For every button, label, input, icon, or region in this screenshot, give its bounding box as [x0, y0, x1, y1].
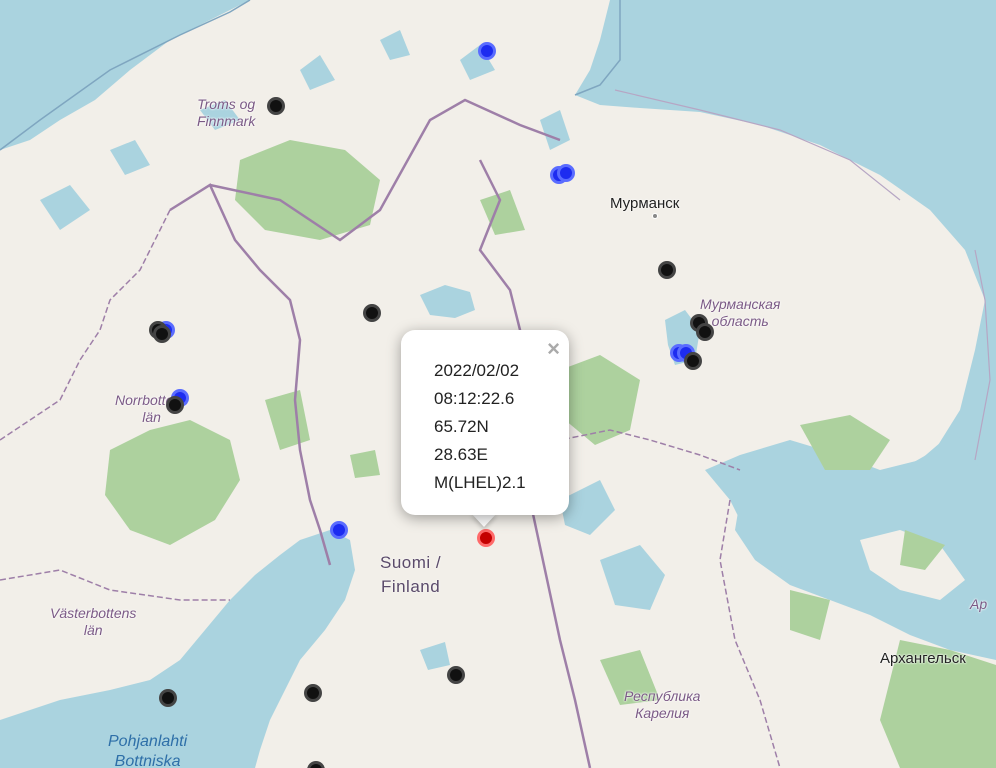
popup-time: 08:12:22.6 [434, 389, 515, 408]
event-marker[interactable] [153, 325, 171, 343]
popup-latitude: 65.72N [434, 417, 489, 436]
event-marker[interactable] [267, 97, 285, 115]
popup-magnitude: M(LHEL)2.1 [434, 473, 526, 492]
event-marker-selected[interactable] [477, 529, 495, 547]
event-marker[interactable] [304, 684, 322, 702]
event-marker[interactable] [557, 164, 575, 182]
event-popup: × 2022/02/02 08:12:22.6 65.72N 28.63E M(… [401, 330, 569, 515]
event-marker[interactable] [684, 352, 702, 370]
popup-tip [471, 513, 497, 527]
popup-date: 2022/02/02 [434, 361, 520, 380]
event-marker[interactable] [447, 666, 465, 684]
popup-longitude: 28.63E [434, 445, 488, 464]
event-marker[interactable] [478, 42, 496, 60]
city-dot-murmansk [652, 213, 658, 219]
event-marker[interactable] [696, 323, 714, 341]
event-marker[interactable] [159, 689, 177, 707]
map-view[interactable]: Troms og Finnmark Norrbottens län Väster… [0, 0, 996, 768]
event-marker[interactable] [330, 521, 348, 539]
event-marker[interactable] [166, 396, 184, 414]
popup-content: 2022/02/02 08:12:22.6 65.72N 28.63E M(LH… [434, 357, 526, 497]
event-marker[interactable] [363, 304, 381, 322]
event-marker[interactable] [658, 261, 676, 279]
close-icon[interactable]: × [547, 338, 560, 360]
